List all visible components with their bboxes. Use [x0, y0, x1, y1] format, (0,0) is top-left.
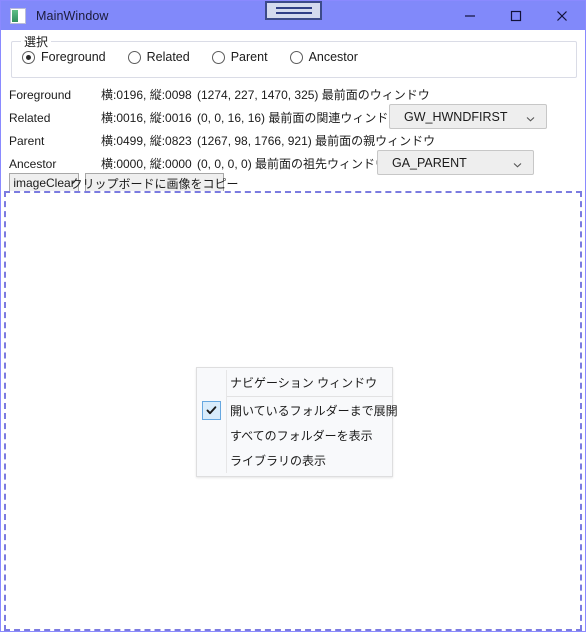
- radio-group: Foreground Related Parent Ancestor: [22, 50, 380, 64]
- combo-box[interactable]: GW_HWNDFIRST: [389, 104, 547, 129]
- radio-mark-icon: [289, 50, 303, 64]
- menu-item[interactable]: 開いているフォルダーまで展開: [197, 398, 398, 423]
- radio-label: Foreground: [41, 50, 106, 64]
- menu-item-label: すべてのフォルダーを表示: [230, 429, 373, 443]
- minimize-button[interactable]: [447, 1, 493, 30]
- row-name: Ancestor: [9, 156, 57, 171]
- close-icon: [556, 10, 568, 22]
- radio-mark-icon: [211, 50, 225, 64]
- info-row: Parent 横:0499, 縦:0823 (1267, 98, 1766, 921…: [1, 129, 586, 152]
- check-icon: [202, 401, 221, 420]
- combo-box[interactable]: GA_PARENT: [377, 150, 534, 175]
- row-rect: (0, 0, 0, 0) 最前面の祖先ウィンドウ: [197, 157, 388, 171]
- menu-item-label: ナビゲーション ウィンドウ: [230, 376, 378, 390]
- window-controls: [447, 1, 585, 30]
- row-size: 横:0000, 縦:0000: [101, 157, 192, 171]
- radio-label: Ancestor: [308, 50, 358, 64]
- row-size: 横:0499, 縦:0823: [101, 134, 192, 148]
- radio-foreground[interactable]: Foreground: [22, 50, 106, 64]
- context-menu: ナビゲーション ウィンドウ開いているフォルダーまで展開 すべてのフォルダーを表示ラ…: [196, 367, 398, 477]
- info-rows: Foreground 横:0196, 縦:0098 (1274, 227, 1470…: [1, 83, 586, 175]
- menu-item[interactable]: すべてのフォルダーを表示: [197, 423, 392, 448]
- selection-groupbox: 選択 Foreground Related Parent Ancestor: [11, 33, 577, 78]
- menu-item-gutter: [197, 370, 226, 395]
- snap-line-bottom: [275, 12, 312, 14]
- menu-item-label: ライブラリの表示: [230, 454, 327, 468]
- image-clear-button[interactable]: imageClear: [9, 173, 79, 193]
- image-canvas-area[interactable]: ナビゲーション ウィンドウ開いているフォルダーまで展開 すべてのフォルダーを表示ラ…: [4, 191, 582, 631]
- groupbox-legend: 選択: [21, 33, 52, 50]
- menu-item-gutter: [197, 448, 226, 473]
- combo-value: GW_HWNDFIRST: [404, 109, 508, 124]
- copy-image-to-clipboard-button[interactable]: クリップボードに画像をコピー: [71, 173, 239, 193]
- radio-ancestor[interactable]: Ancestor: [289, 50, 358, 64]
- window-title: MainWindow: [36, 8, 109, 23]
- row-name: Related: [9, 110, 51, 125]
- radio-related[interactable]: Related: [127, 50, 190, 64]
- snap-layout-indicator[interactable]: [265, 1, 322, 20]
- menu-separator: [226, 396, 392, 397]
- radio-label: Parent: [230, 50, 268, 64]
- radio-parent[interactable]: Parent: [211, 50, 268, 64]
- snap-line-top: [275, 7, 312, 9]
- maximize-icon: [510, 10, 522, 22]
- row-rect: (1274, 227, 1470, 325) 最前面のウィンドウ: [197, 88, 430, 102]
- main-window: MainWindow 選択 Foreground Related Parent …: [0, 0, 586, 632]
- radio-mark-icon: [22, 50, 35, 64]
- chevron-down-icon: [513, 158, 522, 168]
- menu-item-gutter: [197, 423, 226, 448]
- app-window-icon: [10, 7, 26, 24]
- menu-item-label: 開いているフォルダーまで展開: [230, 404, 398, 418]
- info-row: Ancestor 横:0000, 縦:0000 (0, 0, 0, 0) 最前面の祖…: [1, 150, 586, 175]
- radio-label: Related: [146, 50, 190, 64]
- radio-mark-icon: [127, 50, 141, 64]
- row-name: Parent: [9, 133, 45, 148]
- row-size: 横:0016, 縦:0016: [101, 111, 192, 125]
- info-row: Foreground 横:0196, 縦:0098 (1274, 227, 1470…: [1, 83, 586, 106]
- info-row: Related 横:0016, 縦:0016 (0, 0, 16, 16) 最前面の…: [1, 104, 586, 129]
- menu-item[interactable]: ナビゲーション ウィンドウ: [197, 370, 392, 395]
- maximize-button[interactable]: [493, 1, 539, 30]
- combo-value: GA_PARENT: [392, 155, 467, 170]
- minimize-icon: [464, 10, 476, 22]
- row-size: 横:0196, 縦:0098: [101, 88, 192, 102]
- close-button[interactable]: [539, 1, 585, 30]
- row-rect: (0, 0, 16, 16) 最前面の関連ウィンドウ: [197, 111, 401, 125]
- row-rect: (1267, 98, 1766, 921) 最前面の親ウィンドウ: [197, 134, 436, 148]
- menu-item[interactable]: ライブラリの表示: [197, 448, 392, 473]
- chevron-down-icon: [526, 112, 535, 122]
- row-name: Foreground: [9, 87, 72, 102]
- menu-item-gutter: [197, 398, 226, 423]
